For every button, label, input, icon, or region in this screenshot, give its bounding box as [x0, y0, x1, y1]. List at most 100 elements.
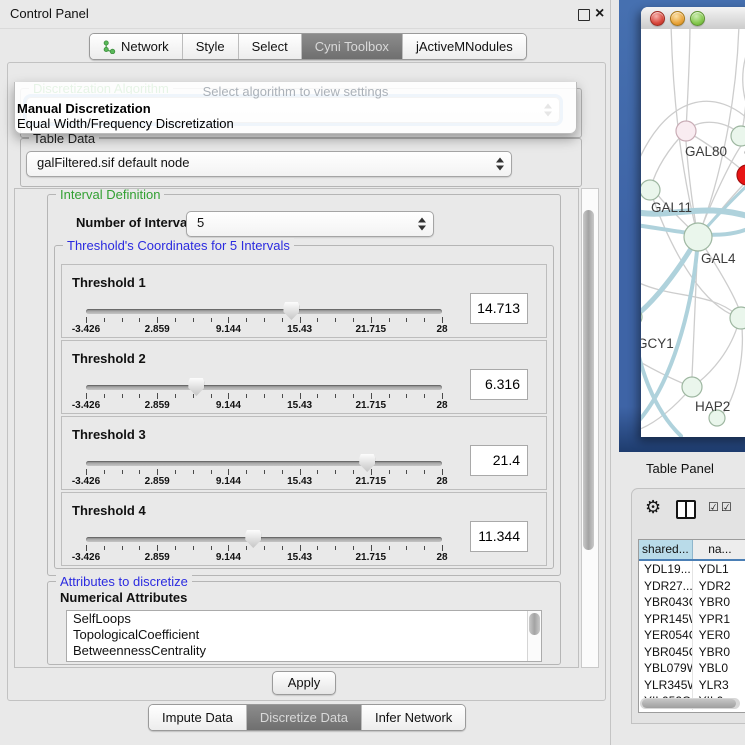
gal-tr-node[interactable] — [731, 126, 745, 146]
network-window-titlebar[interactable] — [641, 7, 745, 30]
numerical-attributes-list[interactable]: SelfLoopsTopologicalCoefficientBetweenne… — [66, 610, 542, 662]
threshold-slider[interactable]: -3.4262.8599.14415.4321.71528 — [86, 341, 442, 413]
gal4-node[interactable] — [684, 223, 712, 251]
table-cell[interactable]: YDL1 — [693, 561, 745, 578]
table-cell[interactable]: YBR0 — [693, 644, 745, 661]
slider-track[interactable] — [86, 537, 442, 542]
threshold-value-field[interactable]: 14.713 — [470, 293, 528, 324]
attribute-list-item[interactable]: BetweennessCentrality — [67, 643, 541, 659]
threshold-slider[interactable]: -3.4262.8599.14415.4321.71528 — [86, 417, 442, 489]
red-node[interactable] — [737, 165, 745, 185]
tab-jactivemnodules[interactable]: jActiveMNodules — [402, 34, 526, 59]
table-row[interactable]: YBR043CYBR0 — [639, 594, 745, 611]
table-cell[interactable]: YLR3 — [693, 677, 745, 694]
slider-thumb[interactable] — [245, 530, 261, 548]
slider-thumb[interactable] — [283, 302, 299, 320]
tab-style[interactable]: Style — [182, 34, 238, 59]
settings-vertical-scrollbar[interactable] — [581, 188, 599, 668]
hap2-node[interactable] — [682, 377, 702, 397]
table-cell[interactable]: YDR2 — [693, 578, 745, 595]
threshold-slider[interactable]: -3.4262.8599.14415.4321.71528 — [86, 493, 442, 565]
attribute-list-item[interactable]: SelfLoops — [67, 611, 541, 627]
table-cell[interactable]: YBR0 — [693, 594, 745, 611]
table-cell[interactable]: YER054C — [639, 627, 693, 644]
minimize-button[interactable] — [670, 11, 685, 26]
table-cell[interactable]: YDL19... — [639, 561, 693, 578]
zoom-button[interactable] — [690, 11, 705, 26]
threshold-panel-1: Threshold 1-3.4262.8599.14415.4321.71528… — [61, 264, 547, 338]
h-node[interactable] — [730, 307, 745, 329]
column-header-shared-name[interactable]: shared... — [639, 540, 693, 559]
gear-icon[interactable]: ⚙ — [645, 497, 661, 517]
table-row[interactable]: YPR145WYPR1 — [639, 611, 745, 628]
slider-track[interactable] — [86, 461, 442, 466]
network-canvas[interactable]: GAL80GACGAL11GAL4GCY1HHAP2 — [641, 29, 745, 437]
slider-track[interactable] — [86, 385, 442, 390]
slider-tick — [282, 318, 283, 322]
tab-select[interactable]: Select — [238, 34, 301, 59]
gal80-node[interactable] — [676, 121, 696, 141]
scrollbar-thumb[interactable] — [642, 699, 736, 708]
slider-tick-label: -3.426 — [72, 476, 100, 487]
table-cell[interactable]: YLR345W — [639, 677, 693, 694]
attribute-list-item[interactable]: TopologicalCoefficient — [67, 627, 541, 643]
slider-thumb[interactable] — [359, 454, 375, 472]
table-row[interactable]: YLR345WYLR3 — [639, 677, 745, 694]
slider-thumb[interactable] — [188, 378, 204, 396]
attributes-list-scrollbar[interactable] — [527, 611, 541, 661]
float-window-icon[interactable] — [578, 9, 590, 21]
tab-network[interactable]: Network — [90, 34, 182, 59]
dropdown-option-manual-discretization[interactable]: Manual Discretization — [15, 101, 576, 116]
tab-discretize-data[interactable]: Discretize Data — [246, 705, 361, 730]
table-cell[interactable]: YPR1 — [693, 611, 745, 628]
table-cell[interactable]: YBR045C — [639, 644, 693, 661]
control-panel-titlebar: Control Panel × — [0, 0, 610, 29]
table-cell[interactable]: YBL079W — [639, 660, 693, 677]
table-cell[interactable]: YBR043C — [639, 594, 693, 611]
node-label: GCY1 — [641, 336, 674, 351]
split-columns-icon[interactable] — [676, 500, 696, 519]
scrollbar-thumb[interactable] — [529, 613, 540, 635]
scrollbar-thumb[interactable] — [583, 210, 594, 550]
table-row[interactable]: YER054CYER0 — [639, 627, 745, 644]
tab-infer-network[interactable]: Infer Network — [361, 705, 465, 730]
table-horizontal-scrollbar[interactable] — [640, 698, 740, 709]
slider-tick — [424, 394, 425, 398]
threshold-value-field[interactable]: 6.316 — [470, 369, 528, 400]
threshold-value-field[interactable]: 11.344 — [470, 521, 528, 552]
slider-tick — [211, 546, 212, 550]
slider-tick — [86, 317, 87, 323]
table-row[interactable]: YBR045CYBR0 — [639, 644, 745, 661]
threshold-value-field[interactable]: 21.4 — [470, 445, 528, 476]
slider-track[interactable] — [86, 309, 442, 314]
table-cell[interactable]: YER0 — [693, 627, 745, 644]
gal11-node[interactable] — [641, 180, 660, 200]
slider-tick — [406, 546, 407, 550]
slider-tick — [122, 318, 123, 322]
table-data-combobox[interactable]: galFiltered.sif default node — [26, 151, 512, 177]
column-header-name[interactable]: na... — [693, 540, 745, 559]
apply-button[interactable]: Apply — [272, 671, 336, 695]
dropdown-placeholder-item: Select algorithm to view settings — [15, 82, 576, 101]
table-row[interactable]: YBL079WYBL0 — [639, 660, 745, 677]
table-cell[interactable]: YBL0 — [693, 660, 745, 677]
slider-tick — [211, 470, 212, 474]
close-button[interactable] — [650, 11, 665, 26]
tab-impute-data[interactable]: Impute Data — [149, 705, 246, 730]
slider-tick — [353, 470, 354, 474]
table-row[interactable]: YDL19...YDL1 — [639, 561, 745, 578]
table-row[interactable]: YDR27...YDR2 — [639, 578, 745, 595]
slider-tick — [104, 394, 105, 398]
close-icon[interactable]: × — [595, 4, 604, 24]
table-cell[interactable]: YPR145W — [639, 611, 693, 628]
select-all-checkbox-icon[interactable]: ☑ — [708, 500, 719, 514]
number-of-intervals-combobox[interactable]: 5 — [186, 211, 434, 237]
slider-tick-label: 2.859 — [145, 324, 170, 335]
table-cell[interactable]: YDR27... — [639, 578, 693, 595]
deselect-all-checkbox-icon[interactable]: ☑ — [721, 500, 732, 514]
tab-cyni-toolbox[interactable]: Cyni Toolbox — [301, 34, 402, 59]
slider-tick — [175, 394, 176, 398]
dropdown-option-equal-width-frequency[interactable]: Equal Width/Frequency Discretization — [15, 116, 576, 131]
slider-tick-label: 9.144 — [216, 552, 241, 563]
threshold-slider[interactable]: -3.4262.8599.14415.4321.71528 — [86, 265, 442, 337]
